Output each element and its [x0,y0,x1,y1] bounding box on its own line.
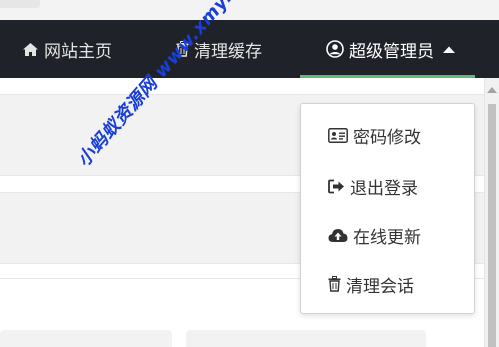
user-circle-icon [326,40,344,58]
sign-out-icon [328,179,344,193]
menu-item-label: 清理会话 [346,276,414,297]
user-menu-toggle[interactable]: 超级管理员 [326,20,456,78]
menu-item-online-update[interactable]: 在线更新 [301,216,474,254]
nav-home-label: 网站主页 [44,41,112,62]
menu-item-label: 在线更新 [353,227,421,248]
menu-item-change-password[interactable]: 密码修改 [301,116,474,154]
caret-up-icon [443,46,455,53]
browser-top-strip [0,0,499,20]
nav-clear-cache-label: 清理缓存 [194,41,262,62]
scroll-up-arrow-icon[interactable] [487,87,497,93]
cloud-upload-icon [328,228,348,242]
menu-item-logout[interactable]: 退出登录 [301,167,474,205]
vertical-scrollbar[interactable] [484,78,499,347]
menu-item-label: 退出登录 [350,178,418,199]
user-dropdown-menu: 密码修改 退出登录 在线更新 清理会话 [300,103,475,314]
top-tab [0,0,40,8]
user-name-label: 超级管理员 [349,41,434,62]
scroll-thumb[interactable] [488,104,496,347]
nav-home-link[interactable]: 网站主页 [22,20,112,78]
home-icon [23,42,38,56]
id-card-icon [328,127,348,143]
top-header: 网站主页 清理缓存 超级管理员 [0,20,499,78]
content-card [186,330,426,347]
menu-item-label: 密码修改 [353,127,421,148]
content-card [0,330,172,347]
trash-icon [328,276,341,292]
menu-item-clear-sessions[interactable]: 清理会话 [301,265,474,303]
